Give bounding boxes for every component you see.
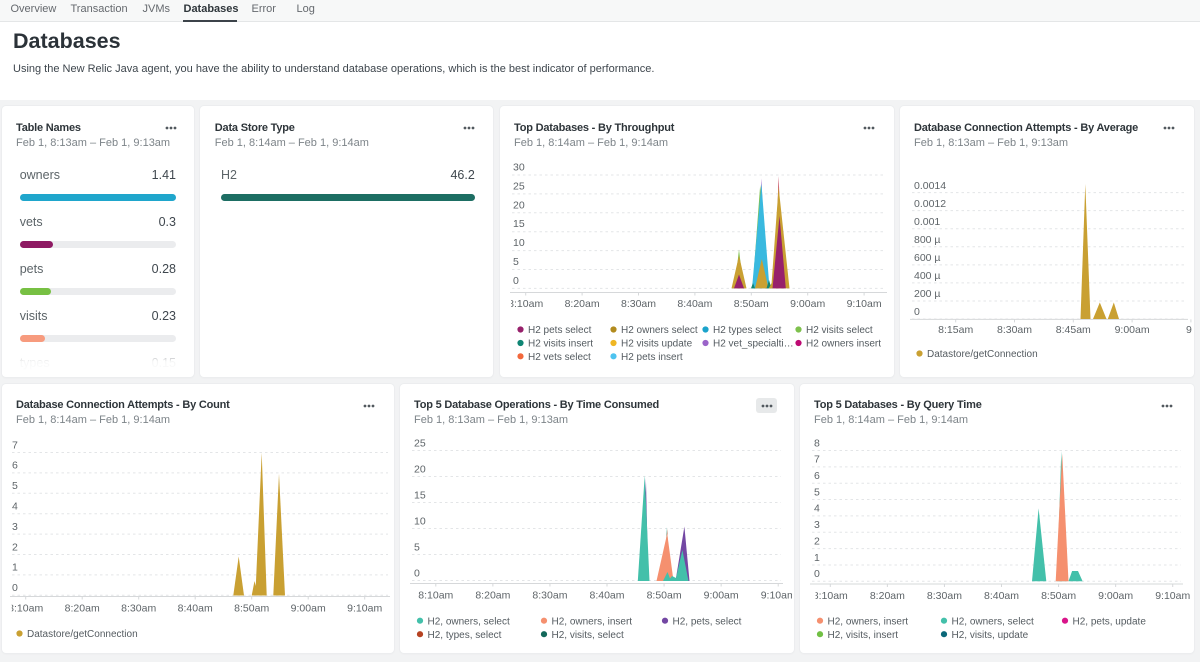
svg-text:0: 0 xyxy=(914,306,920,318)
svg-text:8:15am: 8:15am xyxy=(938,324,973,336)
svg-text:H2 vets select: H2 vets select xyxy=(528,352,591,363)
svg-text:9:10am: 9:10am xyxy=(847,298,882,310)
svg-text:1: 1 xyxy=(814,551,820,563)
svg-text:H2, pets, update: H2, pets, update xyxy=(1073,616,1147,627)
svg-text:9:00am: 9:00am xyxy=(1115,324,1150,336)
svg-text:8:40am: 8:40am xyxy=(677,298,712,310)
svg-text:8:20am: 8:20am xyxy=(475,589,510,601)
svg-text:H2 vet_specialti…: H2 vet_specialti… xyxy=(713,339,794,350)
svg-text:H2 owners select: H2 owners select xyxy=(621,325,698,336)
svg-text:H2, visits, select: H2, visits, select xyxy=(552,629,624,640)
svg-text:6: 6 xyxy=(814,470,820,482)
svg-text:9:10am: 9:10am xyxy=(761,589,794,601)
svg-text:0: 0 xyxy=(414,567,420,579)
svg-text:8:20am: 8:20am xyxy=(65,602,100,614)
svg-text:0: 0 xyxy=(12,582,18,594)
svg-text:8:10am: 8:10am xyxy=(8,602,43,614)
svg-text:8:10am: 8:10am xyxy=(418,589,453,601)
svg-text:5: 5 xyxy=(12,480,18,492)
svg-text:H2 visits select: H2 visits select xyxy=(806,325,873,336)
svg-text:8:50am: 8:50am xyxy=(1041,590,1076,602)
svg-text:8:30am: 8:30am xyxy=(121,602,156,614)
svg-text:20: 20 xyxy=(414,463,426,475)
svg-text:H2 owners insert: H2 owners insert xyxy=(806,339,881,350)
svg-text:9:00am: 9:00am xyxy=(790,298,825,310)
svg-text:8:10am: 8:10am xyxy=(813,590,848,602)
svg-text:H2 types select: H2 types select xyxy=(713,325,782,336)
svg-text:6: 6 xyxy=(12,459,18,471)
svg-text:9:00am: 9:00am xyxy=(704,589,739,601)
svg-text:H2 visits update: H2 visits update xyxy=(621,339,693,350)
svg-text:1: 1 xyxy=(12,561,18,573)
svg-text:2: 2 xyxy=(12,541,18,553)
svg-text:8:20am: 8:20am xyxy=(870,590,905,602)
svg-text:7: 7 xyxy=(814,453,820,465)
svg-text:20: 20 xyxy=(513,199,525,211)
svg-text:H2, pets, select: H2, pets, select xyxy=(673,616,742,627)
svg-text:Datastore/getConnection: Datastore/getConnection xyxy=(27,629,138,640)
svg-text:H2 visits insert: H2 visits insert xyxy=(528,339,593,350)
svg-text:600 µ: 600 µ xyxy=(914,252,941,264)
svg-text:8:50am: 8:50am xyxy=(234,602,269,614)
svg-text:0.0012: 0.0012 xyxy=(914,198,946,210)
svg-text:H2, owners, insert: H2, owners, insert xyxy=(552,616,633,627)
svg-text:H2, types, select: H2, types, select xyxy=(428,629,502,640)
svg-text:800 µ: 800 µ xyxy=(914,234,941,246)
svg-text:8:10am: 8:10am xyxy=(508,298,543,310)
svg-text:H2, visits, insert: H2, visits, insert xyxy=(828,629,899,640)
svg-text:10: 10 xyxy=(513,237,525,249)
svg-text:15: 15 xyxy=(513,218,525,230)
svg-text:8:20am: 8:20am xyxy=(565,298,600,310)
svg-text:9: 9 xyxy=(1186,324,1192,336)
svg-text:8:40am: 8:40am xyxy=(178,602,213,614)
svg-text:Datastore/getConnection: Datastore/getConnection xyxy=(927,349,1038,360)
svg-text:8:40am: 8:40am xyxy=(589,589,624,601)
svg-text:H2 pets select: H2 pets select xyxy=(528,325,592,336)
svg-text:H2 pets insert: H2 pets insert xyxy=(621,352,683,363)
svg-text:0.001: 0.001 xyxy=(914,216,940,228)
svg-text:30: 30 xyxy=(513,162,525,174)
svg-text:3: 3 xyxy=(814,519,820,531)
svg-text:0: 0 xyxy=(814,568,820,580)
svg-text:15: 15 xyxy=(414,489,426,501)
svg-text:5: 5 xyxy=(414,541,420,553)
svg-text:0: 0 xyxy=(513,275,519,287)
svg-text:8:30am: 8:30am xyxy=(927,590,962,602)
svg-text:2: 2 xyxy=(814,535,820,547)
svg-text:25: 25 xyxy=(513,180,525,192)
svg-text:400 µ: 400 µ xyxy=(914,270,941,282)
svg-text:200 µ: 200 µ xyxy=(914,288,941,300)
svg-text:5: 5 xyxy=(513,256,519,268)
svg-text:8:45am: 8:45am xyxy=(1056,324,1091,336)
svg-text:0.0014: 0.0014 xyxy=(914,180,946,192)
svg-text:H2, owners, select: H2, owners, select xyxy=(428,616,510,627)
svg-text:5: 5 xyxy=(814,486,820,498)
svg-text:8:50am: 8:50am xyxy=(647,589,682,601)
svg-text:9:10am: 9:10am xyxy=(347,602,382,614)
svg-text:9:00am: 9:00am xyxy=(291,602,326,614)
svg-text:8: 8 xyxy=(814,437,820,449)
svg-text:9:10am: 9:10am xyxy=(1155,590,1190,602)
svg-text:8:40am: 8:40am xyxy=(984,590,1019,602)
svg-text:8:30am: 8:30am xyxy=(997,324,1032,336)
svg-text:7: 7 xyxy=(12,439,18,451)
svg-text:10: 10 xyxy=(414,515,426,527)
svg-text:25: 25 xyxy=(414,437,426,449)
svg-text:H2, owners, insert: H2, owners, insert xyxy=(828,616,909,627)
svg-text:8:50am: 8:50am xyxy=(734,298,769,310)
svg-text:8:30am: 8:30am xyxy=(621,298,656,310)
svg-text:9:00am: 9:00am xyxy=(1098,590,1133,602)
svg-text:H2, visits, update: H2, visits, update xyxy=(952,629,1029,640)
svg-text:8:30am: 8:30am xyxy=(532,589,567,601)
svg-text:H2, owners, select: H2, owners, select xyxy=(952,616,1034,627)
svg-text:3: 3 xyxy=(12,520,18,532)
svg-text:4: 4 xyxy=(814,502,820,514)
svg-text:4: 4 xyxy=(12,500,18,512)
